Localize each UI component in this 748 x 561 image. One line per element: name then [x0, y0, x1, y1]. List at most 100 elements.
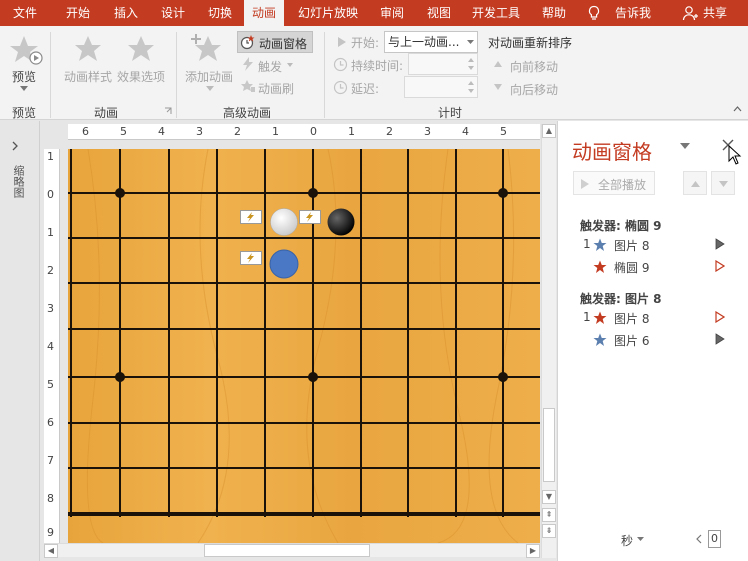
add-animation-star-icon — [191, 34, 221, 61]
time-unit-selector[interactable]: 秒 — [621, 532, 633, 549]
trigger-header[interactable]: 触发器: 图片 8 — [580, 290, 662, 307]
dialog-launcher-icon[interactable] — [164, 107, 172, 115]
scroll-left-button[interactable]: ◀ — [44, 544, 58, 558]
start-select-value: 与上一动画... — [388, 35, 460, 49]
tab-file[interactable]: 文件 — [0, 0, 50, 26]
group-separator — [176, 32, 177, 118]
slide-canvas[interactable] — [68, 149, 540, 543]
thumbnails-label[interactable]: 缩略图 — [10, 165, 25, 198]
animation-style-star-icon — [75, 36, 101, 61]
tab-review[interactable]: 审阅 — [370, 0, 414, 26]
move-up-button[interactable] — [683, 171, 707, 195]
lightning-icon — [243, 57, 253, 71]
ruler-label: 1 — [47, 226, 54, 239]
animation-painter-icon — [241, 80, 255, 92]
ruler-label: 4 — [158, 125, 165, 138]
delay-clock-icon — [333, 80, 348, 95]
start-select[interactable]: 与上一动画... — [384, 31, 478, 53]
ruler-label: 2 — [234, 125, 241, 138]
tab-insert[interactable]: 插入 — [104, 0, 148, 26]
share-button[interactable]: 共享 — [698, 0, 732, 26]
group-label-animation: 动画 — [94, 106, 119, 120]
animation-style-button[interactable]: 动画样式 — [64, 68, 112, 85]
tab-slideshow[interactable]: 幻灯片放映 — [292, 0, 364, 26]
effect-options-button[interactable]: 效果选项 — [117, 68, 165, 85]
chevron-down-icon[interactable] — [20, 86, 28, 92]
move-later-button[interactable]: 向后移动 — [510, 81, 558, 98]
next-slide-button[interactable]: ⇟ — [542, 524, 556, 538]
ruler-label: 5 — [500, 125, 507, 138]
ruler-label: 2 — [47, 264, 54, 277]
horizontal-scrollbar[interactable]: ◀ ▶ — [44, 543, 540, 558]
tab-animations[interactable]: 动画 — [244, 0, 284, 26]
trigger-tag-icon[interactable] — [299, 210, 321, 224]
ruler-label: 4 — [47, 340, 54, 353]
scroll-thumb[interactable] — [543, 408, 555, 482]
trigger-button[interactable]: 触发 — [258, 58, 282, 75]
item-name: 图片 6 — [614, 334, 650, 348]
horizontal-ruler: 6 5 4 3 2 1 0 1 2 3 4 5 — [68, 124, 540, 140]
chevron-down-icon[interactable] — [206, 86, 214, 92]
white-stone[interactable] — [269, 207, 299, 237]
ruler-label: 6 — [47, 416, 54, 429]
scroll-up-button[interactable]: ▲ — [542, 124, 556, 138]
play-icon[interactable] — [715, 333, 725, 345]
play-icon[interactable] — [715, 238, 725, 250]
trigger-header[interactable]: 触发器: 椭圆 9 — [580, 217, 662, 234]
play-icon[interactable] — [715, 260, 725, 272]
chevron-left-icon[interactable] — [696, 534, 702, 544]
tab-design[interactable]: 设计 — [151, 0, 195, 26]
play-all-label: 全部播放 — [598, 178, 647, 192]
tab-view[interactable]: 视图 — [417, 0, 461, 26]
spinner-icon[interactable] — [465, 54, 477, 74]
move-down-button[interactable] — [711, 171, 735, 195]
trigger-tag-icon[interactable] — [240, 210, 262, 224]
tell-me-search[interactable]: 告诉我 — [608, 0, 658, 26]
chevron-right-icon[interactable] — [11, 141, 19, 151]
play-icon[interactable] — [715, 311, 725, 323]
thumbnail-pane-collapsed: 缩略图 — [0, 121, 40, 561]
duration-input[interactable] — [408, 53, 478, 75]
ruler-label: 0 — [47, 188, 54, 201]
group-separator — [324, 32, 325, 118]
chevron-down-icon[interactable] — [680, 143, 690, 149]
play-all-button[interactable]: 全部播放 — [573, 171, 655, 195]
vertical-ruler: 1 0 1 2 3 4 5 6 7 8 9 — [44, 149, 60, 543]
tab-developer[interactable]: 开发工具 — [466, 0, 526, 26]
prev-slide-button[interactable]: ⇞ — [542, 508, 556, 522]
chevron-down-icon[interactable] — [637, 537, 644, 542]
tab-home[interactable]: 开始 — [56, 0, 100, 26]
spinner-icon[interactable] — [465, 77, 477, 97]
person-icon[interactable] — [682, 5, 698, 21]
preview-button[interactable]: 预览 — [12, 68, 36, 85]
trigger-tag-icon[interactable] — [240, 251, 262, 265]
chevron-down-icon[interactable] — [287, 63, 293, 67]
black-stone[interactable] — [326, 207, 356, 237]
move-earlier-button[interactable]: 向前移动 — [510, 58, 558, 75]
timeline-zoom-box[interactable]: 0 — [708, 530, 721, 548]
blue-ellipse-stone[interactable] — [269, 249, 299, 279]
pane-title: 动画窗格 — [572, 140, 652, 164]
start-label: 开始: — [351, 36, 380, 50]
delay-input[interactable] — [404, 76, 478, 98]
collapse-ribbon-icon[interactable] — [733, 106, 742, 112]
lightbulb-icon[interactable] — [586, 5, 602, 21]
ruler-label: 5 — [120, 125, 127, 138]
scroll-down-button[interactable]: ▼ — [542, 490, 556, 504]
add-animation-button[interactable]: 添加动画 — [185, 68, 233, 85]
mouse-cursor-icon — [728, 145, 742, 165]
ruler-label: 7 — [47, 454, 54, 467]
ruler-label: 1 — [47, 150, 54, 163]
arrow-up-icon — [494, 61, 502, 67]
animation-pane-toggle[interactable]: 动画窗格 — [237, 31, 313, 53]
group-separator — [50, 32, 51, 118]
tab-transitions[interactable]: 切换 — [198, 0, 242, 26]
animation-painter-button[interactable]: 动画刷 — [258, 80, 294, 97]
scroll-thumb[interactable] — [204, 544, 370, 557]
chevron-down-icon[interactable] — [467, 40, 474, 45]
tab-help[interactable]: 帮助 — [532, 0, 576, 26]
scroll-right-button[interactable]: ▶ — [526, 544, 540, 558]
vertical-scrollbar[interactable]: ▲ ▼ ⇞ ⇟ — [541, 124, 556, 558]
preview-star-icon — [10, 36, 43, 65]
ruler-label: 9 — [47, 526, 54, 539]
